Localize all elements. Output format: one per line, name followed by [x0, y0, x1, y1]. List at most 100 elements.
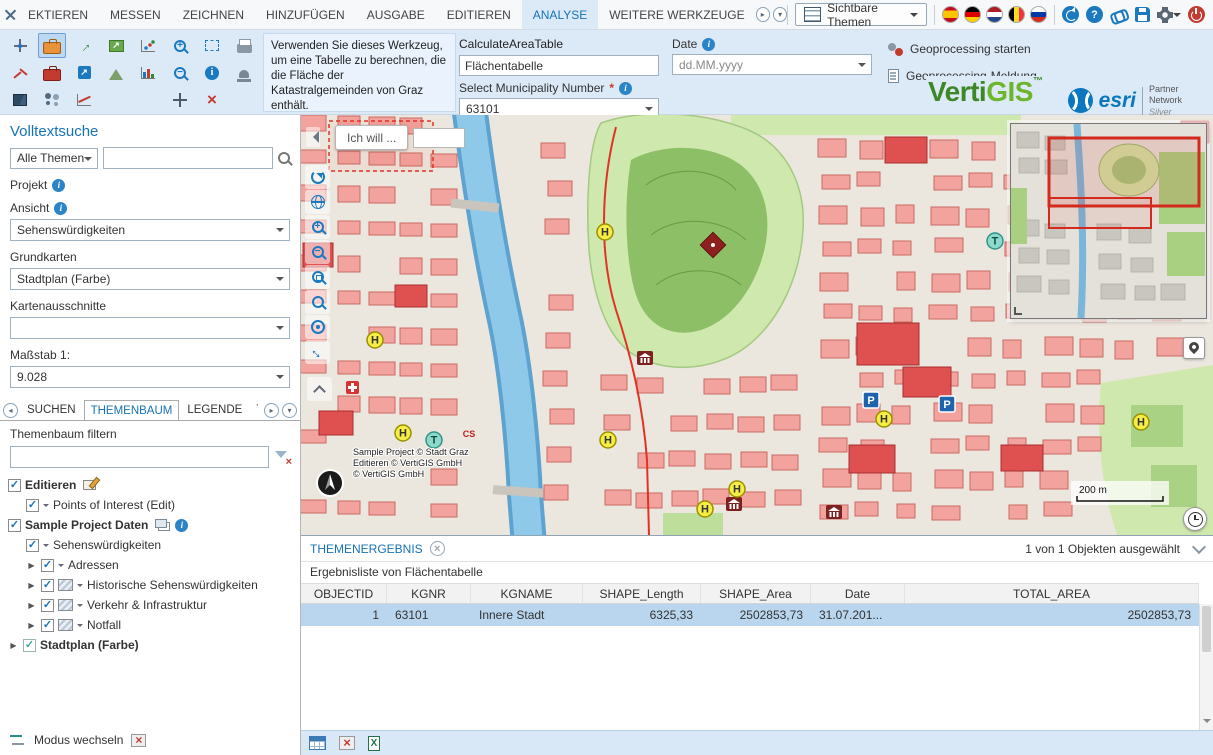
view-select[interactable]: Sehenswürdigkeiten: [10, 219, 290, 241]
search-scope-select[interactable]: Alle Themen: [10, 148, 98, 169]
layer-menu-caret[interactable]: [43, 544, 49, 550]
table-name-input[interactable]: [459, 55, 659, 76]
ribbon-scroll-next-button[interactable]: ▸: [756, 7, 770, 22]
tab-analyse[interactable]: ANALYSE: [522, 0, 598, 29]
geoprocessing-start-button[interactable]: Geoprocessing starten: [888, 42, 1037, 56]
tabs-scroll-right-button[interactable]: ▸: [264, 403, 279, 418]
expand-icon[interactable]: ▶: [26, 621, 37, 630]
sidebar-tab-suchen[interactable]: SUCHEN: [21, 400, 82, 420]
column-header-shape-length[interactable]: SHAPE_Length: [583, 584, 701, 603]
tool-export-arrow[interactable]: [70, 33, 98, 58]
tool-image-export[interactable]: [102, 33, 130, 58]
tab-ektieren[interactable]: EKTIEREN: [17, 0, 99, 29]
sidebar-collapse-button[interactable]: [306, 127, 320, 147]
map-tool-center-button[interactable]: [305, 315, 330, 339]
tool-scatter-chart[interactable]: [134, 33, 162, 58]
tool-stamp[interactable]: [230, 60, 258, 85]
tree-item-sample-project-daten[interactable]: ✓Sample Project Dateni: [4, 515, 296, 535]
flag-spain-icon[interactable]: [942, 6, 959, 23]
flag-netherlands-icon[interactable]: [986, 6, 1003, 23]
tree-item-adressen[interactable]: ▶✓Adressen: [4, 555, 296, 575]
tool-pan[interactable]: [166, 87, 194, 112]
ribbon-expand-button[interactable]: ▾: [773, 7, 787, 22]
info-icon[interactable]: i: [619, 82, 632, 95]
tool-zoom-out[interactable]: [166, 60, 194, 85]
tab-hinzuf-gen[interactable]: HINZUFÜGEN: [255, 0, 356, 29]
help-icon[interactable]: [1086, 6, 1103, 23]
column-header-objectid[interactable]: OBJECTID: [301, 584, 387, 603]
tool-dark-map[interactable]: [6, 87, 34, 112]
tool-toolbox-orange[interactable]: [38, 33, 66, 58]
sidebar-tab-themenbaum[interactable]: THEMENBAUM: [84, 400, 180, 420]
map-tool-zoom-out-button[interactable]: [305, 240, 330, 264]
tab-weitere-werkzeuge[interactable]: WEITERE WERKZEUGE: [598, 0, 755, 29]
tool-delete[interactable]: [198, 87, 226, 112]
results-scrollbar[interactable]: [1199, 604, 1213, 730]
column-header-kgname[interactable]: KGNAME: [471, 584, 583, 603]
reload-icon[interactable]: [1062, 6, 1079, 23]
tree-item-sehensw-rdigkeiten[interactable]: ✓Sehenswürdigkeiten: [4, 535, 296, 555]
tab-ausgabe[interactable]: AUSGABE: [356, 0, 436, 29]
scrollbar-thumb[interactable]: [1202, 606, 1211, 652]
date-select[interactable]: dd.MM.yyyy: [672, 54, 872, 75]
tool-info[interactable]: [198, 60, 226, 85]
result-row[interactable]: 163101Innere Stadt6325,332502853,7331.07…: [301, 604, 1199, 626]
flag-russia-icon[interactable]: [1030, 6, 1047, 23]
overview-resize-handle[interactable]: [1014, 307, 1022, 315]
layer-checkbox[interactable]: ✓: [23, 639, 36, 652]
layer-checkbox[interactable]: ✓: [41, 599, 54, 612]
map-toolbar-scroll-up-button[interactable]: [307, 377, 332, 401]
column-header-total-area[interactable]: TOTAL_AREA: [905, 584, 1199, 603]
mode-switch-button[interactable]: Modus wechseln: [0, 727, 300, 755]
map-tool-extent-button[interactable]: [305, 340, 330, 364]
i-will-input[interactable]: [413, 128, 465, 148]
fulltext-search-input[interactable]: [103, 147, 273, 169]
clear-results-icon[interactable]: [339, 736, 355, 750]
layer-checkbox[interactable]: ✓: [8, 519, 21, 532]
scale-select[interactable]: 9.028: [10, 366, 290, 388]
info-icon[interactable]: i: [52, 179, 65, 192]
tool-polyline[interactable]: [6, 60, 34, 85]
link-icon[interactable]: [1108, 6, 1129, 23]
layer-menu-caret[interactable]: [58, 564, 64, 570]
tool-share[interactable]: [70, 60, 98, 85]
collapse-results-icon[interactable]: [1192, 540, 1206, 554]
tree-filter-input[interactable]: [10, 446, 269, 468]
layer-checkbox[interactable]: ✓: [41, 619, 54, 632]
i-will-button[interactable]: Ich will ...: [335, 125, 408, 150]
tool-zoom-in[interactable]: [166, 33, 194, 58]
layer-menu-caret[interactable]: [77, 604, 83, 610]
tool-line-chart[interactable]: [70, 87, 98, 112]
map-tool-refresh-button[interactable]: [305, 165, 330, 189]
expand-icon[interactable]: ▶: [26, 601, 37, 610]
tree-item-stadtplan-farbe[interactable]: ▶✓Stadtplan (Farbe): [4, 635, 296, 655]
column-header-kgnr[interactable]: KGNR: [387, 584, 471, 603]
tool-print[interactable]: [230, 33, 258, 58]
results-tab[interactable]: THEMENERGEBNIS: [310, 542, 423, 556]
close-results-icon[interactable]: [430, 541, 445, 556]
tool-select-rectangle[interactable]: [198, 33, 226, 58]
tree-item-notfall[interactable]: ▶✓Notfall: [4, 615, 296, 635]
info-icon[interactable]: i: [702, 38, 715, 51]
map-tool-zoom-in-button[interactable]: [305, 215, 330, 239]
tree-item-points-of-interest-edit[interactable]: ✓Points of Interest (Edit): [4, 495, 296, 515]
close-mode-icon[interactable]: [131, 734, 146, 747]
tree-item-editieren[interactable]: ✓Editieren: [4, 475, 296, 495]
map-tool-zoom-window-button[interactable]: [305, 265, 330, 289]
layer-checkbox[interactable]: ✓: [41, 559, 54, 572]
tree-item-verkehr-infrastruktur[interactable]: ▶✓Verkehr & Infrastruktur: [4, 595, 296, 615]
tool-bar-chart[interactable]: [134, 60, 162, 85]
sidebar-tab-legende[interactable]: LEGENDE: [181, 400, 248, 420]
flag-belgium-icon[interactable]: [1008, 6, 1025, 23]
map-tool-globe-button[interactable]: [305, 190, 330, 214]
column-header-shape-area[interactable]: SHAPE_Area: [701, 584, 811, 603]
map-pin-button[interactable]: [1183, 337, 1205, 359]
tree-item-historische-sehensw-rdigkeiten[interactable]: ▶✓Historische Sehenswürdigkeiten: [4, 575, 296, 595]
column-header-date[interactable]: Date: [811, 584, 905, 603]
extent-select[interactable]: [10, 317, 290, 339]
layer-checkbox[interactable]: ✓: [41, 579, 54, 592]
save-icon[interactable]: [1135, 7, 1150, 22]
tool-measure[interactable]: [6, 33, 34, 58]
expand-icon[interactable]: ▶: [26, 581, 37, 590]
basemap-select[interactable]: Stadtplan (Farbe): [10, 268, 290, 290]
